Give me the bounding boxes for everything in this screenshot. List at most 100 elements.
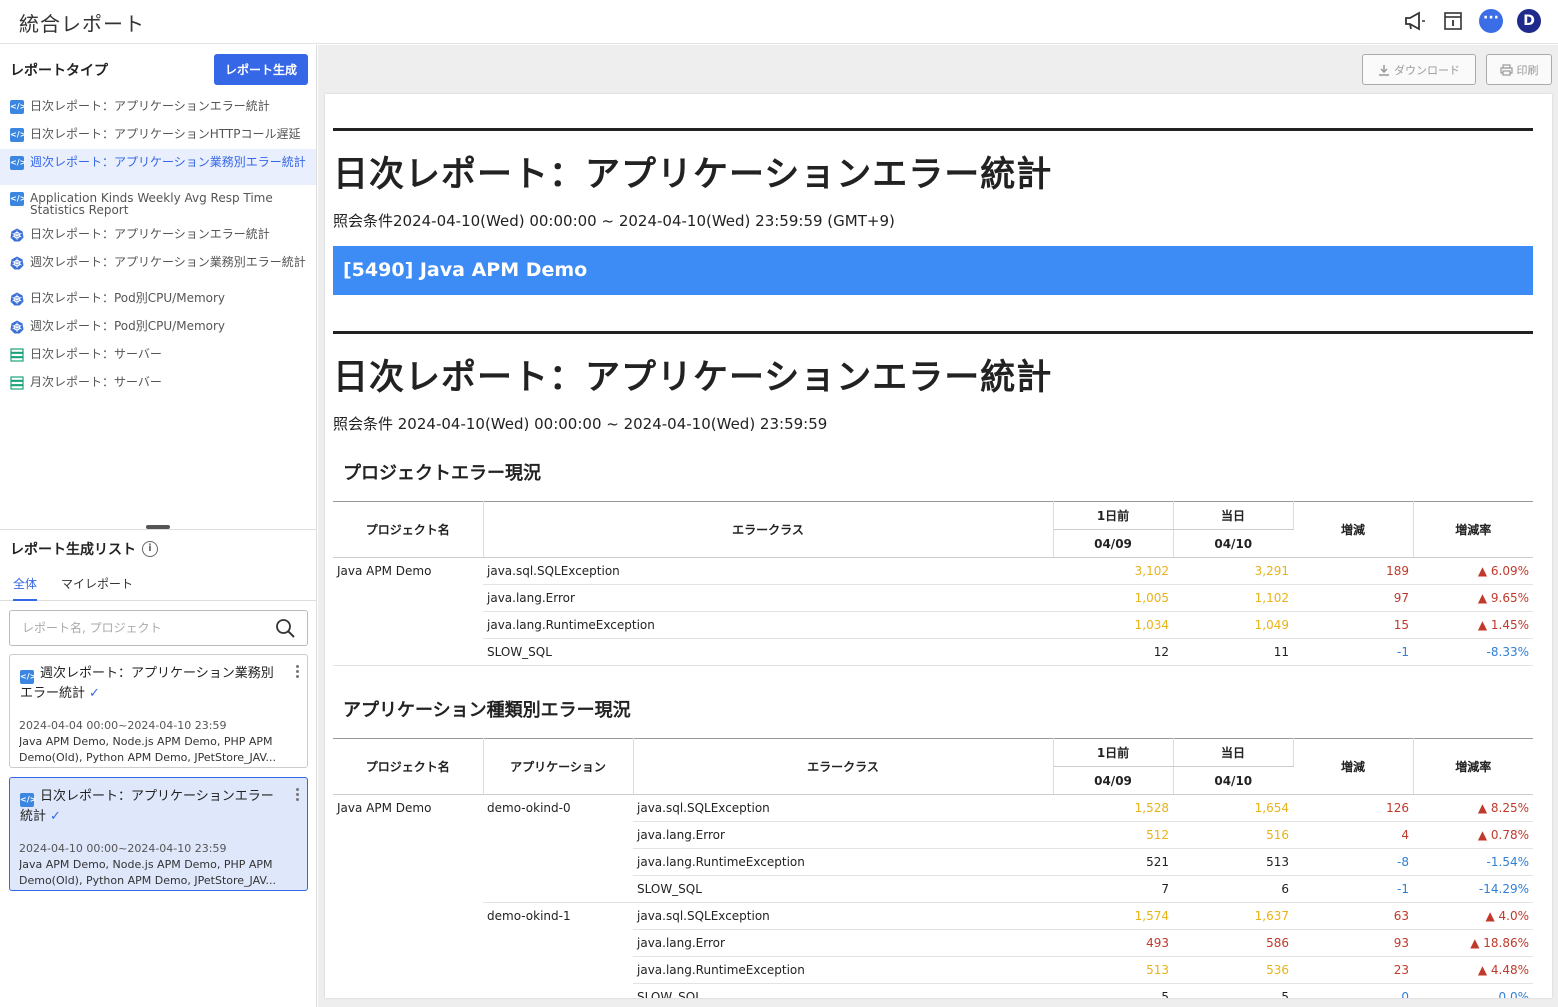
report-type-item[interactable]: 日次レポート：アプリケーションエラー統計 — [0, 221, 316, 249]
report-type-item[interactable]: </> Application Kinds Weekly Avg Resp Ti… — [0, 185, 316, 221]
error-class-cell: java.lang.Error — [633, 821, 1053, 849]
col-rate: 増減率 — [1413, 501, 1533, 558]
error-class-cell: java.sql.SQLException — [633, 794, 1053, 822]
print-button[interactable]: 印刷 — [1486, 54, 1552, 85]
col-prev-date: 04/09 — [1053, 529, 1174, 558]
report-card[interactable]: </> 週次レポート：アプリケーション業務別エラー統計 ✓ 2024-04-04 0… — [9, 654, 308, 768]
project-cell: Java APM Demo — [333, 794, 483, 998]
report-type-item-active[interactable]: </> 週次レポート：アプリケーション業務別エラー統計 — [0, 149, 316, 185]
printer-icon — [1499, 63, 1513, 76]
rate-cell: -14.29% — [1413, 875, 1533, 903]
download-button[interactable]: ダウンロード — [1362, 54, 1476, 85]
code-icon: </> — [10, 128, 26, 142]
error-class-cell: SLOW_SQL — [633, 983, 1053, 998]
error-class-cell: java.lang.RuntimeException — [633, 848, 1053, 876]
top-bar: 統合レポート ··· D — [0, 0, 1558, 44]
today-cell: 11 — [1173, 638, 1293, 666]
report-card-selected[interactable]: </> 日次レポート：アプリケーションエラー統計 ✓ 2024-04-10 00:0… — [9, 777, 308, 891]
col-application: アプリケーション — [483, 738, 634, 795]
prev-cell: 7 — [1053, 875, 1173, 903]
col-prev-date: 04/09 — [1053, 766, 1174, 795]
col-error-class: エラークラス — [633, 738, 1054, 795]
error-class-cell: java.lang.RuntimeException — [483, 611, 1053, 639]
report-type-item[interactable]: </> 日次レポート：アプリケーションエラー統計 — [0, 93, 316, 121]
diff-cell: -8 — [1293, 848, 1413, 876]
report-card-date: 2024-04-04 00:00~2024-04-10 23:59 — [19, 719, 227, 732]
diff-cell: 15 — [1293, 611, 1413, 639]
prev-cell: 1,528 — [1053, 794, 1173, 822]
chat-icon[interactable]: ··· — [1478, 8, 1504, 34]
info-icon[interactable]: i — [142, 541, 158, 557]
col-diff: 増減 — [1293, 501, 1414, 558]
avatar[interactable]: D — [1516, 8, 1542, 34]
diff-cell: 126 — [1293, 794, 1413, 822]
tab-my-reports[interactable]: マイレポート — [61, 575, 133, 599]
report-type-item[interactable]: 日次レポート：サーバー — [0, 341, 316, 369]
panel-divider — [0, 529, 316, 530]
prev-cell: 1,034 — [1053, 611, 1173, 639]
calendar-info-icon[interactable] — [1440, 8, 1466, 34]
kubernetes-icon — [10, 256, 24, 270]
kubernetes-icon — [10, 228, 24, 242]
table-row: java.lang.Error 1,005 1,102 97 ▲ 9.65% — [333, 584, 1533, 612]
report-type-heading: レポートタイプ — [10, 63, 108, 79]
report-card-projects: Java APM Demo, Node.js APM Demo, PHP APM… — [19, 858, 277, 887]
code-icon: </> — [20, 793, 36, 807]
tab-all[interactable]: 全体 — [13, 575, 38, 601]
diff-cell: 93 — [1293, 929, 1413, 957]
prev-cell: 3,102 — [1053, 557, 1173, 585]
report-type-item[interactable]: 週次レポート：アプリケーション業務別エラー統計 — [0, 249, 316, 285]
section-title: アプリケーション種類別エラー現況 — [343, 700, 631, 721]
today-cell: 586 — [1173, 929, 1293, 957]
today-cell: 536 — [1173, 956, 1293, 984]
error-class-cell: SLOW_SQL — [633, 875, 1053, 903]
more-options-icon[interactable] — [296, 788, 300, 803]
today-cell: 513 — [1173, 848, 1293, 876]
check-icon: ✓ — [89, 686, 100, 701]
left-panel: レポートタイプ レポート生成 </> 日次レポート：アプリケーションエラー統計 … — [0, 45, 317, 1007]
col-diff: 増減 — [1293, 738, 1414, 795]
rate-cell: ▲ 4.0% — [1413, 902, 1533, 930]
rate-cell: 0.0% — [1413, 983, 1533, 998]
code-icon: </> — [10, 192, 26, 206]
report-title: 日次レポート：アプリケーションエラー統計 — [333, 358, 1053, 398]
code-icon: </> — [20, 670, 36, 684]
col-prev-day: 1日前 — [1053, 501, 1174, 530]
rate-cell: ▲ 1.45% — [1413, 611, 1533, 639]
col-today-date: 04/10 — [1173, 766, 1293, 795]
table-row: SLOW_SQL 12 11 -1 -8.33% — [333, 638, 1533, 666]
search-input[interactable] — [10, 611, 260, 645]
col-today-date: 04/10 — [1173, 529, 1293, 558]
report-type-list: </> 日次レポート：アプリケーションエラー統計 </> 日次レポート：アプリケ… — [0, 93, 316, 397]
prev-cell: 1,005 — [1053, 584, 1173, 612]
more-options-icon[interactable] — [296, 665, 300, 680]
report-card-title: </> 週次レポート：アプリケーション業務別エラー統計 ✓ — [20, 666, 274, 701]
check-icon: ✓ — [50, 809, 61, 824]
report-type-item[interactable]: 日次レポート：Pod別CPU/Memory — [0, 285, 316, 313]
title-rule — [333, 331, 1533, 334]
report-type-item[interactable]: 月次レポート：サーバー — [0, 369, 316, 397]
megaphone-icon[interactable] — [1402, 8, 1428, 34]
table-row: demo-okind-1 java.sql.SQLException 1,574… — [333, 902, 1533, 998]
col-project: プロジェクト名 — [333, 501, 484, 558]
rate-cell: ▲ 9.65% — [1413, 584, 1533, 612]
report-document: 日次レポート：アプリケーションエラー統計 照会条件2024-04-10(Wed)… — [325, 94, 1552, 998]
query-condition: 照会条件 2024-04-10(Wed) 00:00:00 ~ 2024-04-… — [333, 415, 828, 433]
project-banner: [5490] Java APM Demo — [333, 246, 1533, 295]
application-error-table: プロジェクト名 アプリケーション エラークラス 1日前 当日 増減 増減率 04… — [333, 738, 1533, 998]
report-type-item[interactable]: </> 日次レポート：アプリケーションHTTPコール遅延 — [0, 121, 316, 149]
today-cell: 1,049 — [1173, 611, 1293, 639]
diff-cell: -1 — [1293, 638, 1413, 666]
report-list-tabs: 全体 マイレポート — [0, 573, 316, 601]
search-icon[interactable] — [275, 618, 295, 638]
prev-cell: 12 — [1053, 638, 1173, 666]
application-cell: demo-okind-0 — [483, 794, 633, 903]
diff-cell: -1 — [1293, 875, 1413, 903]
generate-report-button[interactable]: レポート生成 — [214, 54, 308, 85]
project-error-table: プロジェクト名 エラークラス 1日前 当日 増減 増減率 04/09 04/10… — [333, 501, 1533, 666]
rate-cell: -8.33% — [1413, 638, 1533, 666]
report-type-item[interactable]: 週次レポート：Pod別CPU/Memory — [0, 313, 316, 341]
prev-cell: 1,574 — [1053, 902, 1173, 930]
table-row: java.lang.RuntimeException 1,034 1,049 1… — [333, 611, 1533, 639]
report-card-date: 2024-04-10 00:00~2024-04-10 23:59 — [19, 842, 227, 855]
